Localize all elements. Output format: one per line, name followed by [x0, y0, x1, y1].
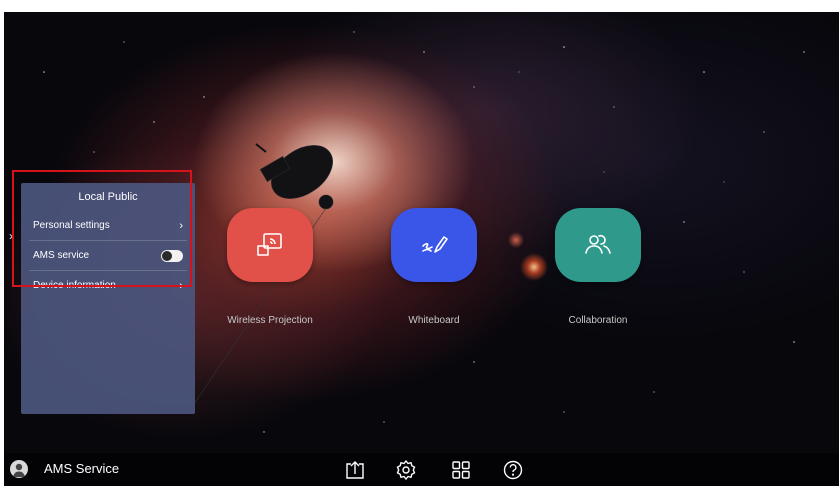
- cropped-top-strip: [0, 0, 839, 12]
- collaboration-label: Collaboration: [568, 315, 628, 326]
- person-icon: [13, 463, 25, 477]
- wireless-projection-tile[interactable]: [227, 208, 313, 282]
- ams-service-row: AMS service: [29, 241, 187, 271]
- pen-scribble-icon: [422, 236, 448, 253]
- gear-icon[interactable]: [395, 459, 417, 481]
- chevron-right-icon: ›: [179, 219, 183, 232]
- personal-settings-label: Personal settings: [33, 220, 110, 231]
- whiteboard-label: Whiteboard: [408, 315, 460, 326]
- ams-service-label: AMS service: [33, 250, 90, 261]
- ams-service-toggle[interactable]: [161, 249, 183, 262]
- upload-icon[interactable]: [344, 459, 366, 481]
- cast-screen-icon: [257, 233, 282, 256]
- help-icon[interactable]: [502, 459, 524, 481]
- taskbar: AMS Service: [4, 453, 839, 486]
- device-information-label: Device information: [33, 280, 116, 291]
- settings-panel: Local Public Personal settings › AMS ser…: [21, 183, 195, 414]
- sidebar-expand-chevron-icon[interactable]: ›: [6, 228, 16, 244]
- launcher-screen: › Local Public Personal settings › AMS s…: [4, 12, 839, 486]
- probe-illustration: [259, 145, 334, 210]
- people-icon: [585, 234, 611, 254]
- chevron-right-icon: ›: [179, 279, 183, 292]
- whiteboard-tile[interactable]: [391, 208, 477, 282]
- panel-title: Local Public: [78, 191, 138, 203]
- apps-grid-icon[interactable]: [450, 459, 472, 481]
- user-avatar-icon[interactable]: [10, 460, 28, 478]
- personal-settings-row[interactable]: Personal settings ›: [29, 211, 187, 241]
- wireless-projection-label: Wireless Projection: [227, 315, 313, 326]
- device-information-row[interactable]: Device information ›: [29, 271, 187, 300]
- user-name[interactable]: AMS Service: [44, 461, 119, 476]
- toggle-knob: [162, 250, 172, 261]
- collaboration-tile[interactable]: [555, 208, 641, 282]
